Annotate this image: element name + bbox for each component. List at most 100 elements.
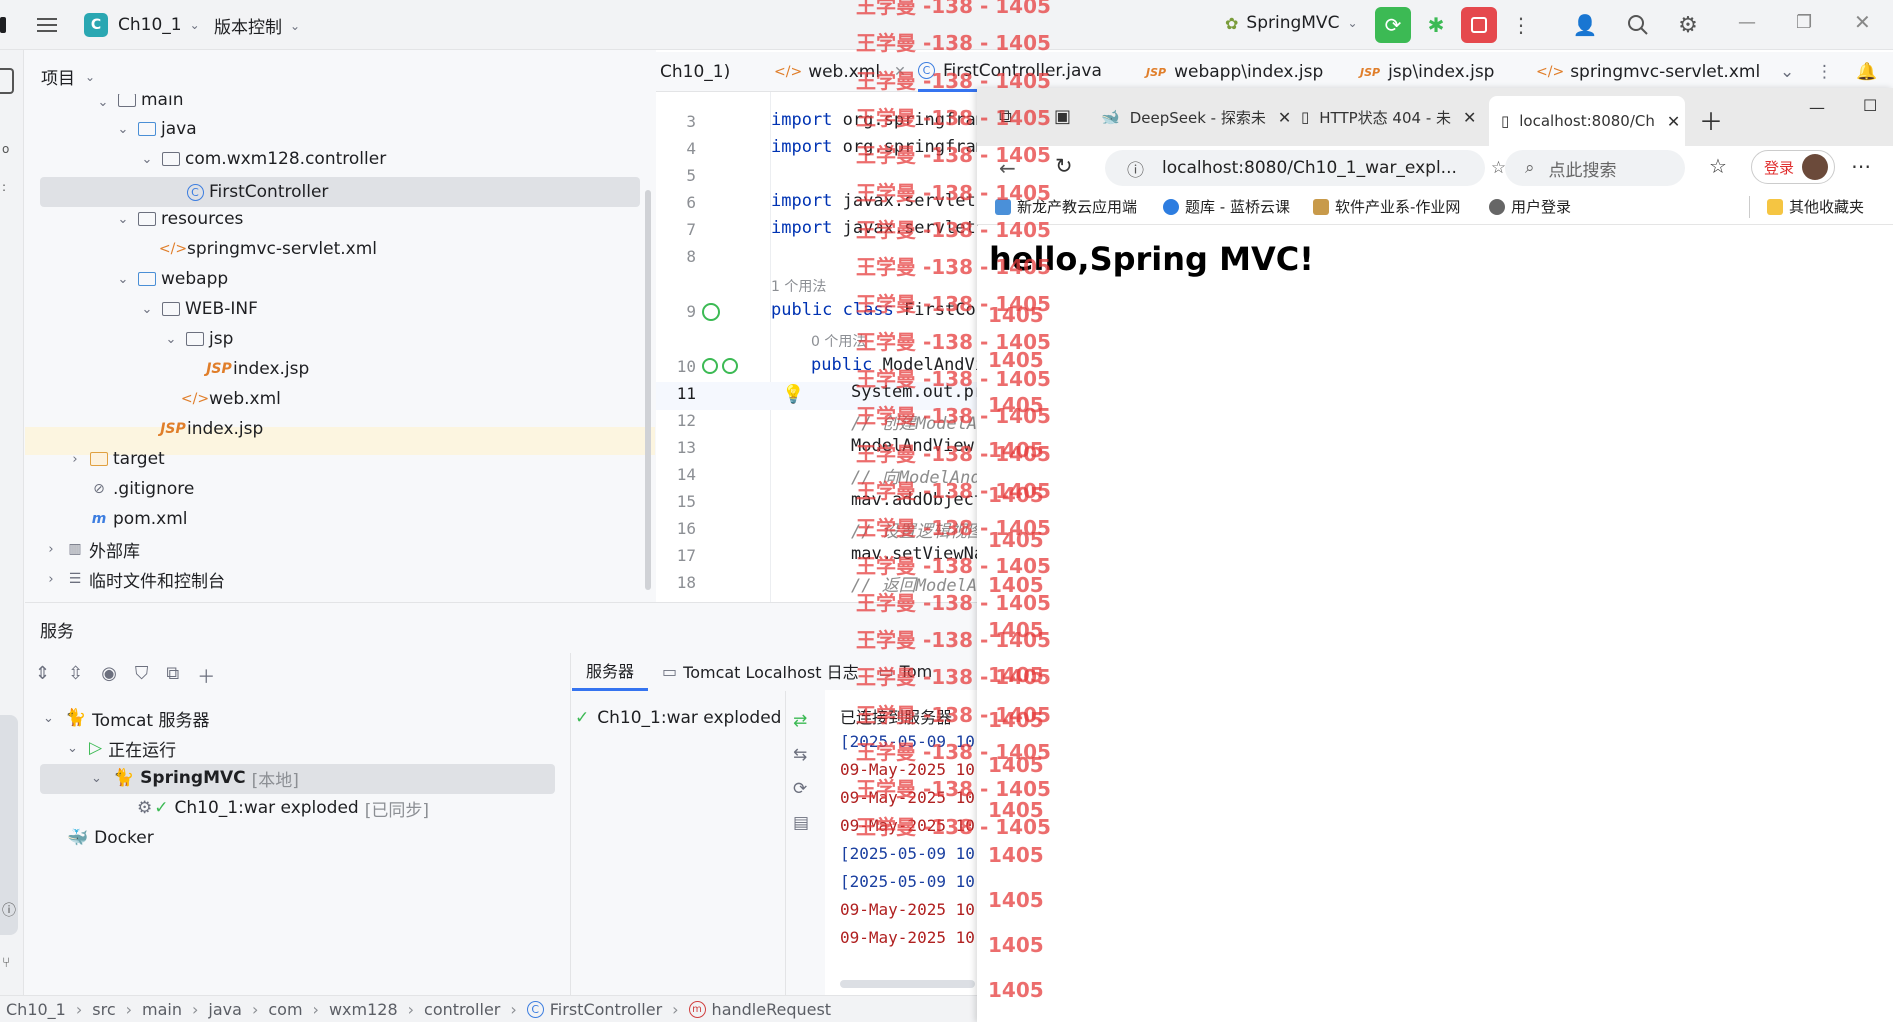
tab-more-button[interactable]: ⋮ bbox=[1816, 52, 1833, 92]
collapse-all-icon[interactable]: ⇳ bbox=[68, 663, 83, 689]
breadcrumb-item[interactable]: src bbox=[92, 1000, 115, 1019]
project-scrollbar[interactable] bbox=[645, 190, 651, 590]
undeploy-icon[interactable]: ⇆ bbox=[793, 745, 809, 765]
refresh-icon[interactable]: ⟳ bbox=[793, 779, 809, 799]
tab-jsp-index[interactable]: JSP jsp\index.jsp bbox=[1360, 52, 1494, 92]
tree-item-package[interactable]: ⌄ com.wxm128.controller bbox=[139, 145, 387, 173]
project-panel-header[interactable]: 项目 ⌄ bbox=[41, 64, 95, 89]
tree-item-main[interactable]: ⌄ main bbox=[95, 94, 183, 110]
browser-search-field[interactable]: ⌕ 点此搜索 bbox=[1505, 150, 1685, 186]
stop-button[interactable] bbox=[1461, 7, 1497, 43]
breadcrumb-item[interactable]: controller bbox=[424, 1000, 500, 1019]
info-icon[interactable]: ⓘ bbox=[1127, 156, 1144, 181]
main-menu-button[interactable] bbox=[29, 7, 65, 43]
tab-tomcat-localhost-log[interactable]: ▭ Tomcat Localhost 日志 bbox=[648, 659, 873, 683]
minimize-browser-button[interactable]: — bbox=[1809, 98, 1825, 117]
new-tab-button[interactable]: ＋ bbox=[1699, 102, 1723, 137]
tree-item-jsp-index[interactable]: JSP index.jsp bbox=[206, 355, 309, 383]
tree-item-jsp-folder[interactable]: ⌄ jsp bbox=[163, 325, 234, 353]
override-gutter-icon[interactable] bbox=[722, 358, 738, 374]
tab-springmvc-servlet[interactable]: </> springmvc-servlet.xml bbox=[1536, 52, 1760, 92]
tab-webapp-index[interactable]: JSP webapp\index.jsp bbox=[1146, 52, 1323, 92]
bean-gutter-icon[interactable] bbox=[702, 358, 718, 374]
git-tool-icon[interactable]: ⑂ bbox=[2, 955, 10, 971]
artifact-config-icon[interactable]: ▤ bbox=[793, 813, 809, 833]
eye-icon[interactable]: ◉ bbox=[101, 663, 117, 689]
service-artifact[interactable]: ⚙ ✓ Ch10_1:war exploded [已同步] bbox=[137, 794, 429, 822]
vertical-tabs-icon[interactable]: ▣ bbox=[1054, 106, 1071, 127]
search-everywhere-button[interactable] bbox=[1620, 7, 1656, 43]
user-add-icon: 👤 bbox=[1572, 13, 1598, 37]
breadcrumb-item[interactable]: java bbox=[208, 1000, 242, 1019]
tree-item-pom[interactable]: m pom.xml bbox=[89, 505, 188, 533]
restore-button[interactable]: ❐ bbox=[1796, 12, 1812, 33]
favorite-star-icon[interactable]: ☆ bbox=[1491, 158, 1506, 178]
bookmark-item[interactable]: 题库 - 蓝桥云课 bbox=[1163, 196, 1290, 217]
service-tomcat-server[interactable]: ⌄ 🐈 Tomcat 服务器 bbox=[43, 704, 209, 732]
browser-tab-localhost[interactable]: ▯ localhost:8080/Ch ✕ bbox=[1489, 96, 1685, 146]
debug-button[interactable]: ✱ bbox=[1418, 7, 1454, 43]
bean-gutter-icon[interactable] bbox=[702, 303, 720, 321]
deployment-item[interactable]: ✓ Ch10_1:war exploded bbox=[575, 704, 781, 732]
tree-item-java[interactable]: ⌄ java bbox=[115, 115, 197, 143]
code-with-me-button[interactable]: 👤 bbox=[1567, 7, 1603, 43]
tab-ch10-1[interactable]: Ch10_1) bbox=[660, 52, 730, 92]
project-selector[interactable]: C Ch10_1 ⌄ bbox=[84, 13, 200, 37]
login-button[interactable]: 登录 bbox=[1751, 150, 1835, 184]
rerun-button[interactable]: ⟳ bbox=[1375, 7, 1411, 43]
bookmark-item[interactable]: 用户登录 bbox=[1489, 196, 1571, 217]
lightbulb-icon[interactable]: 💡 bbox=[782, 384, 804, 405]
add-icon[interactable]: ＋ bbox=[197, 663, 215, 689]
structure-tool-icon[interactable]: : bbox=[2, 180, 6, 194]
breadcrumb-item[interactable]: wxm128 bbox=[329, 1000, 398, 1019]
tree-item-target[interactable]: › target bbox=[67, 445, 164, 473]
filter-icon[interactable]: ⛉ bbox=[135, 663, 149, 689]
tree-item-resources[interactable]: ⌄ resources bbox=[115, 205, 244, 233]
tree-item-external-libs[interactable]: › ▥ 外部库 bbox=[43, 535, 140, 563]
more-actions-button[interactable]: ⋮ bbox=[1503, 7, 1539, 43]
more-horizontal-icon[interactable]: ⋯ bbox=[1851, 154, 1871, 178]
breadcrumb-item[interactable]: FirstController bbox=[550, 1000, 662, 1019]
deploy-icon[interactable]: ⇄ bbox=[793, 711, 809, 731]
project-tool-icon[interactable] bbox=[0, 68, 14, 94]
tree-item-web-xml[interactable]: </> web.xml bbox=[181, 385, 281, 413]
breadcrumb-item[interactable]: handleRequest bbox=[712, 1000, 832, 1019]
breadcrumb-item[interactable]: main bbox=[142, 1000, 182, 1019]
tree-item-webapp-index[interactable]: JSP index.jsp bbox=[160, 415, 263, 443]
maximize-browser-button[interactable]: ☐ bbox=[1863, 96, 1877, 115]
tree-item-scratches[interactable]: › ☰ 临时文件和控制台 bbox=[43, 565, 225, 593]
close-icon[interactable]: ✕ bbox=[1667, 112, 1680, 131]
service-springmvc[interactable]: ⌄ 🐈 SpringMVC [本地] bbox=[91, 764, 299, 792]
minimize-button[interactable]: — bbox=[1738, 12, 1756, 33]
tab-server[interactable]: 服务器 bbox=[572, 651, 649, 691]
problems-tool-icon[interactable]: ⓘ bbox=[2, 900, 16, 920]
console-hscrollbar[interactable] bbox=[840, 980, 975, 988]
browser-tab-deepseek[interactable]: 🐋 DeepSeek - 探索未 ✕ bbox=[1089, 96, 1291, 138]
service-running-group[interactable]: ⌄ ▷ 正在运行 bbox=[67, 734, 176, 762]
new-window-icon[interactable]: ⧉ bbox=[166, 663, 179, 689]
favorites-icon[interactable]: ☆ bbox=[1709, 154, 1727, 178]
service-docker[interactable]: 🐳 Docker bbox=[67, 824, 154, 852]
tab-list-button[interactable]: ⌄ bbox=[1780, 52, 1794, 92]
expand-all-icon[interactable]: ⇕ bbox=[35, 663, 50, 689]
line-number: 11 bbox=[676, 384, 696, 403]
tree-item-springmvc-servlet[interactable]: </> springmvc-servlet.xml bbox=[159, 235, 377, 263]
vcs-selector[interactable]: 版本控制 ⌄ bbox=[214, 13, 300, 38]
notifications-button[interactable]: 🔔 bbox=[1856, 52, 1877, 92]
close-window-button[interactable]: ✕ bbox=[1854, 10, 1871, 34]
bookmark-item[interactable]: 软件产业系-作业网 bbox=[1313, 196, 1460, 217]
tree-item-web-inf[interactable]: ⌄ WEB-INF bbox=[139, 295, 258, 323]
tree-item-gitignore[interactable]: ⊘ .gitignore bbox=[89, 475, 194, 503]
tree-item-webapp[interactable]: ⌄ webapp bbox=[115, 265, 229, 293]
breadcrumb-item[interactable]: Ch10_1 bbox=[6, 1000, 66, 1019]
refresh-icon[interactable]: ↻ bbox=[1055, 154, 1073, 178]
tree-item-firstcontroller[interactable]: C FirstController bbox=[185, 178, 328, 206]
settings-button[interactable]: ⚙ bbox=[1670, 7, 1706, 43]
close-icon[interactable]: ✕ bbox=[1463, 108, 1476, 127]
url-field[interactable]: ⓘ localhost:8080/Ch10_1_war_expl... ☆ bbox=[1105, 150, 1506, 186]
run-config-selector[interactable]: ✿ SpringMVC ⌄ bbox=[1225, 13, 1358, 33]
breadcrumb-item[interactable]: com bbox=[268, 1000, 302, 1019]
browser-tab-404[interactable]: ▯ HTTP状态 404 - 未 ✕ bbox=[1289, 96, 1485, 138]
other-bookmarks[interactable]: 其他收藏夹 bbox=[1767, 196, 1864, 217]
commit-tool-icon[interactable]: o bbox=[2, 142, 9, 156]
